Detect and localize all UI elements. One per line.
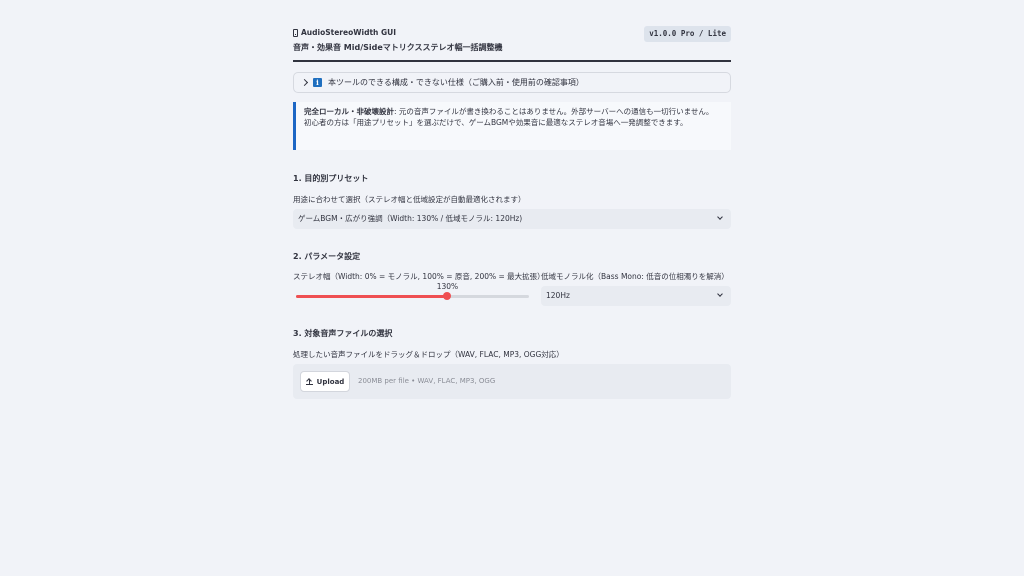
page-header: AudioStereoWidth GUI 音声・効果音 Mid/Sideマトリク… — [293, 26, 731, 62]
upload-button[interactable]: Upload — [300, 371, 350, 392]
chevron-down-icon — [717, 291, 723, 297]
bass-mono-select[interactable]: 120Hz — [541, 286, 731, 306]
bass-mono-label: 低域モノラル化（Bass Mono: 低音の位相濁りを解消） — [541, 272, 729, 281]
bass-mono-selected-value: 120Hz — [546, 291, 570, 300]
file-dropzone[interactable]: Upload 200MB per file • WAV, FLAC, MP3, … — [293, 364, 731, 399]
preset-selected-value: ゲームBGM・広がり強調（Width: 130% / 低域モノラル: 120Hz… — [298, 214, 523, 223]
width-slider-value: 130% — [436, 282, 459, 291]
width-slider[interactable]: 130% — [293, 282, 533, 302]
preset-label: 用途に合わせて選択（ステレオ幅と低域設定が自動最適化されます） — [293, 195, 526, 204]
expander-label: 本ツールのできる構成・できない仕様（ご購入前・使用前の確認事項） — [328, 78, 584, 87]
page-subtitle: 音声・効果音 Mid/Sideマトリクスステレオ幅一括調整機 — [293, 43, 503, 52]
info-icon: i — [313, 78, 322, 87]
slider-thumb[interactable] — [443, 292, 452, 300]
upload-icon — [305, 378, 313, 385]
section-presets-title: 1. 目的別プリセット — [293, 174, 369, 183]
section-params-title: 2. パラメータ設定 — [293, 252, 361, 261]
callout-line1: : 元の音声ファイルが書き換わることはありません。外部サーバーへの通信も一切行い… — [394, 107, 714, 116]
file-upload-label: 処理したい音声ファイルをドラッグ＆ドロップ（WAV, FLAC, MP3, OG… — [293, 350, 564, 359]
section-files-title: 3. 対象音声ファイルの選択 — [293, 329, 393, 338]
width-label: ステレオ幅（Width: 0% = モノラル, 100% = 原音, 200% … — [293, 272, 545, 281]
slider-track[interactable] — [296, 292, 529, 300]
upload-button-label: Upload — [316, 377, 345, 386]
spec-expander[interactable]: i 本ツールのできる構成・できない仕様（ご購入前・使用前の確認事項） — [293, 72, 731, 93]
chevron-right-icon — [300, 78, 309, 87]
preset-select[interactable]: ゲームBGM・広がり強調（Width: 130% / 低域モノラル: 120Hz… — [293, 209, 731, 229]
chevron-down-icon — [717, 214, 723, 220]
main-container: AudioStereoWidth GUI 音声・効果音 Mid/Sideマトリク… — [293, 26, 731, 399]
app-title-text: AudioStereoWidth GUI — [301, 28, 397, 37]
callout-bold-text: 完全ローカル・非破壊設計 — [304, 107, 394, 116]
version-badge: v1.0.0 Pro / Lite — [644, 26, 731, 42]
callout-line2: 初心者の方は「用途プリセット」を選ぶだけで、ゲームBGMや効果音に最適なステレオ… — [304, 117, 688, 127]
slider-fill — [296, 295, 448, 298]
mobile-phone-icon — [293, 28, 298, 37]
dropzone-hint: 200MB per file • WAV, FLAC, MP3, OGG — [358, 377, 496, 385]
info-callout: 完全ローカル・非破壊設計: 元の音声ファイルが書き換わることはありません。外部サ… — [293, 102, 731, 150]
app-title: AudioStereoWidth GUI — [293, 28, 396, 37]
